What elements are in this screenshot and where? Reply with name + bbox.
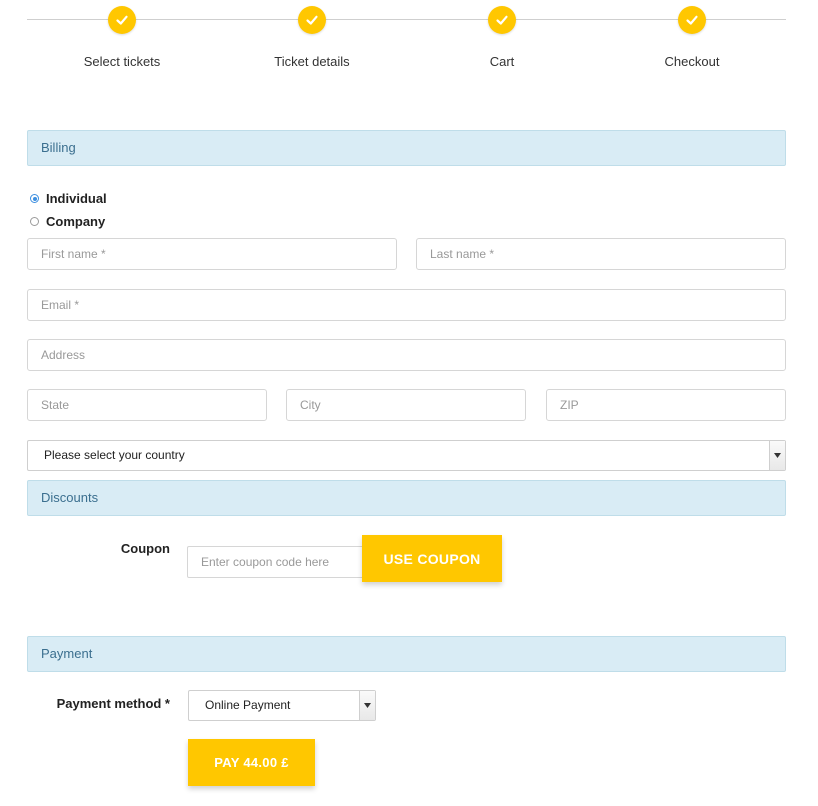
step-4-check-icon	[678, 6, 706, 34]
pay-button[interactable]: PAY 44.00 £	[188, 739, 315, 786]
zip-input[interactable]: ZIP	[546, 389, 786, 421]
address-input[interactable]: Address	[27, 339, 786, 371]
last-name-input[interactable]: Last name *	[416, 238, 786, 270]
email-input[interactable]: Email *	[27, 289, 786, 321]
step-1-check-icon	[108, 6, 136, 34]
step-label-checkout: Checkout	[664, 54, 720, 69]
discounts-section-header: Discounts	[27, 480, 786, 516]
chevron-down-icon[interactable]	[769, 441, 785, 470]
radio-individual-control[interactable]	[30, 194, 39, 203]
radio-company-control[interactable]	[30, 217, 39, 226]
step-3-check-icon	[488, 6, 516, 34]
radio-company-label: Company	[46, 214, 106, 229]
payment-section-header: Payment	[27, 636, 786, 672]
use-coupon-button[interactable]: USE COUPON	[362, 535, 502, 582]
city-input[interactable]: City	[286, 389, 526, 421]
step-2-check-icon	[298, 6, 326, 34]
step-label-cart[interactable]: Cart	[412, 54, 592, 69]
payment-method-label: Payment method *	[56, 696, 170, 711]
coupon-label: Coupon	[120, 541, 170, 556]
radio-company[interactable]: Company	[30, 214, 105, 229]
radio-individual-label: Individual	[46, 191, 107, 206]
step-label-select-tickets[interactable]: Select tickets	[32, 54, 212, 69]
radio-individual[interactable]: Individual	[30, 191, 107, 206]
stepper-line	[27, 19, 786, 20]
step-label-ticket-details[interactable]: Ticket details	[222, 54, 402, 69]
first-name-input[interactable]: First name *	[27, 238, 397, 270]
coupon-input[interactable]: Enter coupon code here	[187, 546, 364, 578]
payment-method-value: Online Payment	[205, 698, 291, 712]
state-input[interactable]: State	[27, 389, 267, 421]
payment-method-select[interactable]: Online Payment	[188, 690, 376, 721]
chevron-down-icon[interactable]	[359, 691, 375, 720]
billing-section-header: Billing	[27, 130, 786, 166]
country-select-value: Please select your country	[44, 448, 185, 462]
country-select[interactable]: Please select your country	[27, 440, 786, 471]
